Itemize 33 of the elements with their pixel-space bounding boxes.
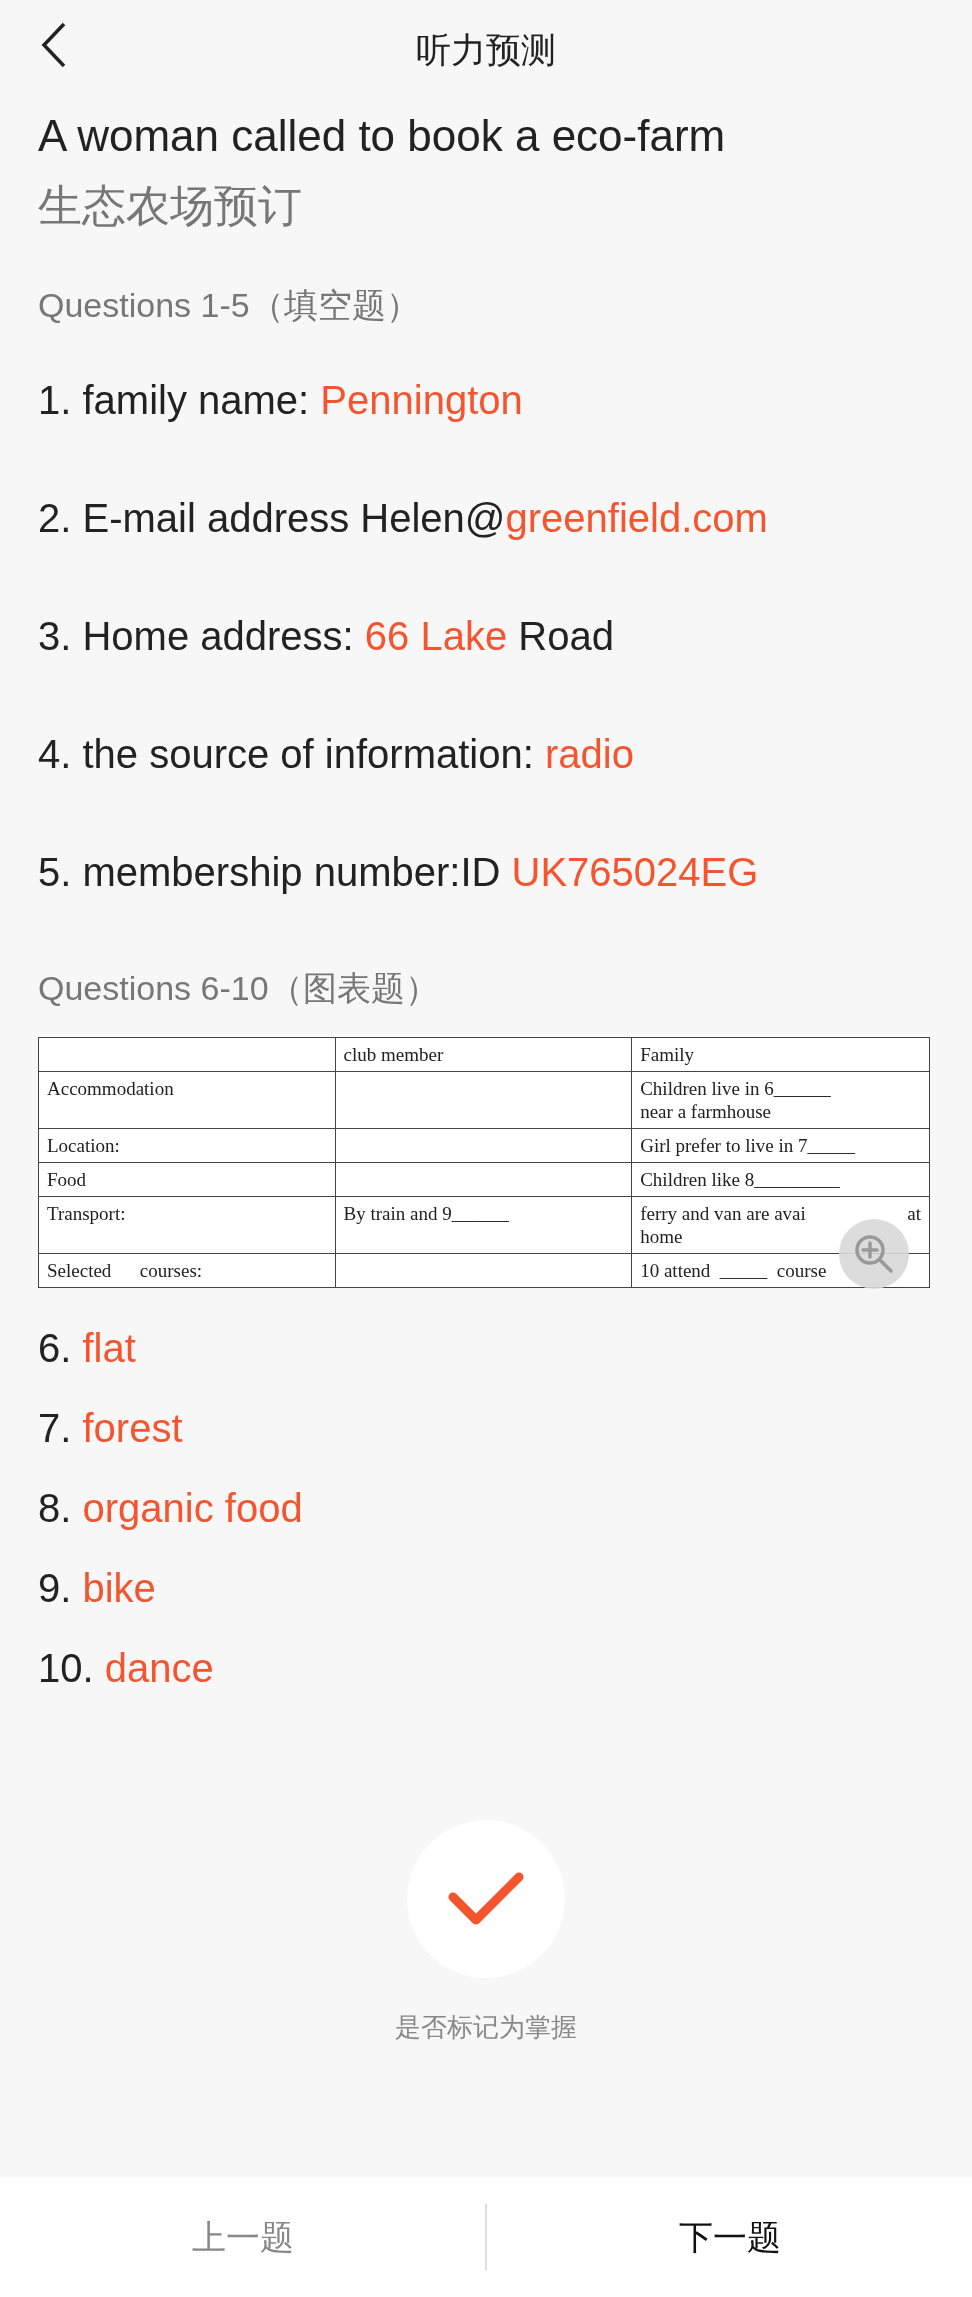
table-cell: Accommodation — [38, 1071, 336, 1129]
question-line: 1. family name: Pennington — [38, 377, 524, 423]
question-line: 5. membership number:ID UK765024EG — [38, 849, 760, 895]
table-cell: club member — [335, 1037, 632, 1072]
table-cell: Food — [38, 1162, 336, 1197]
table-cell: Children live in 6______ near a farmhouse — [631, 1071, 930, 1129]
back-icon[interactable] — [40, 22, 68, 68]
table-cell: Girl prefer to live in 7_____ — [631, 1128, 930, 1163]
listening-subtitle: 生态农场预订 — [38, 180, 303, 232]
listening-title: A woman called to book a eco-farm — [38, 110, 727, 162]
check-icon — [448, 1871, 524, 1927]
section-heading: Questions 1-5（填空题） — [38, 285, 421, 326]
question-line: 2. E-mail address Helen@greenfield.com — [38, 495, 769, 541]
answer-line: 10. dance — [38, 1645, 215, 1692]
question-line: 3. Home address: 66 Lake Road — [38, 613, 615, 659]
table-cell: Selected courses: — [38, 1253, 336, 1288]
table-cell: By train and 9______ — [335, 1196, 632, 1254]
table-cell: Location: — [38, 1128, 336, 1163]
mastered-label: 是否标记为掌握 — [395, 2011, 577, 2044]
question-line: 4. the source of information: radio — [38, 731, 635, 777]
table-cell: Children like 8_________ — [631, 1162, 930, 1197]
table-image[interactable] — [38, 1034, 930, 1288]
table-cell: Family — [631, 1037, 930, 1072]
nav-button[interactable]: 上一题 — [0, 2177, 485, 2297]
table-cell: Transport: — [38, 1196, 336, 1254]
page-title: 听力预测 — [416, 28, 556, 71]
answer-line: 7. forest — [38, 1405, 184, 1452]
section-heading: Questions 6-10（图表题） — [38, 968, 440, 1009]
answer-line: 8. organic food — [38, 1485, 304, 1532]
answer-line: 6. flat — [38, 1325, 137, 1372]
nav-button[interactable]: 下一题 — [487, 2177, 972, 2297]
zoom-in-icon — [853, 1233, 895, 1275]
answer-line: 9. bike — [38, 1565, 157, 1612]
